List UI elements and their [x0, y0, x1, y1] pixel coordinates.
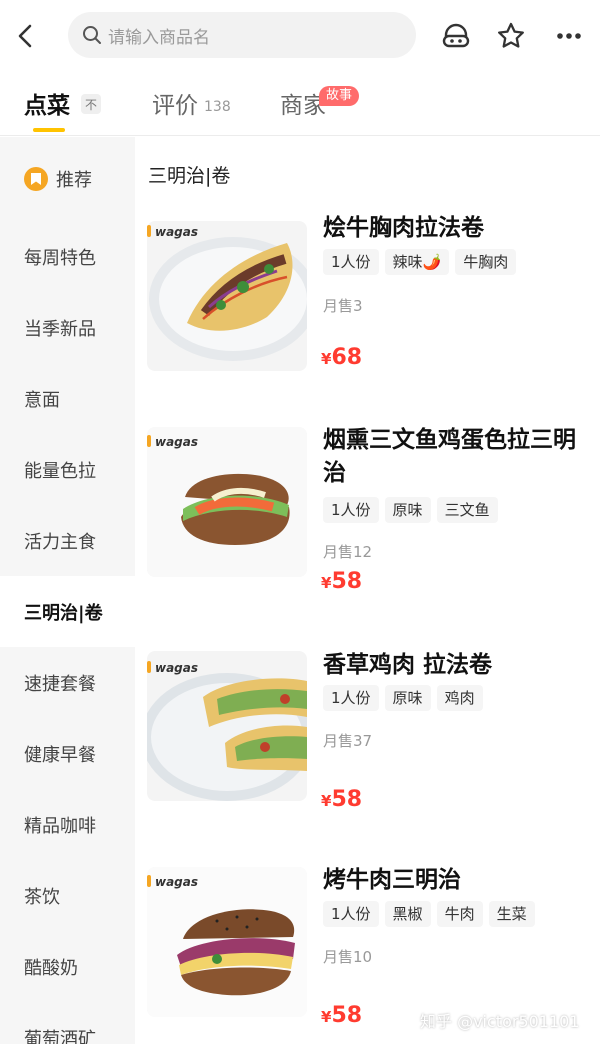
- sidebar-item-label: 健康早餐: [24, 744, 96, 766]
- product-name: 烤牛肉三明治: [323, 867, 461, 893]
- sidebar-item-label: 精品咖啡: [24, 815, 96, 837]
- review-count: 138: [204, 99, 231, 115]
- brand-label: wagas: [147, 225, 198, 239]
- product-tag: 三文鱼: [436, 497, 498, 523]
- sidebar-item-label: 每周特色: [24, 247, 96, 269]
- sidebar-item-coffee[interactable]: 精品咖啡: [0, 789, 135, 860]
- product-price: ¥58: [321, 1003, 363, 1028]
- recommend-icon: [24, 166, 48, 191]
- sidebar-item-label: 葡萄酒矿: [24, 1028, 96, 1044]
- category-sidebar: 推荐 每周特色 当季新品 意面 能量色拉 活力主食 三明治|卷 速捷套餐 健康早…: [0, 137, 135, 1044]
- customer-service-icon: [442, 23, 470, 48]
- sidebar-item-label: 酷酸奶: [24, 957, 78, 979]
- product-price: ¥58: [321, 569, 363, 594]
- sidebar-item-label: 能量色拉: [24, 460, 96, 482]
- story-badge: 故事: [319, 86, 360, 106]
- back-button[interactable]: [8, 14, 42, 58]
- product-tag: 原味: [384, 497, 431, 523]
- monthly-sales: 月售37: [323, 732, 373, 750]
- product-tag: 黑椒: [384, 901, 431, 927]
- product-tag: 1人份: [323, 497, 379, 523]
- product-list: 三明治|卷 wagas 烩牛胸肉拉法卷 1人份 辣味🌶️ 牛胸肉 月售3 ¥68: [135, 137, 600, 1044]
- product-name: 香草鸡肉 拉法卷: [323, 652, 493, 678]
- sidebar-item-weekly[interactable]: 每周特色: [0, 221, 135, 292]
- top-bar: 请输入商品名: [0, 0, 600, 72]
- sidebar-item-sandwich[interactable]: 三明治|卷: [0, 576, 135, 647]
- sidebar-item-recommend[interactable]: 推荐: [0, 143, 135, 214]
- search-input[interactable]: 请输入商品名: [68, 12, 416, 58]
- product-price: ¥58: [321, 787, 363, 812]
- search-icon: [83, 26, 101, 44]
- sidebar-item-breakfast[interactable]: 健康早餐: [0, 718, 135, 789]
- brand-label: wagas: [147, 661, 198, 675]
- sidebar-item-wine[interactable]: 葡萄酒矿: [0, 1002, 135, 1044]
- product-image: [147, 427, 307, 577]
- product-image: [147, 221, 307, 371]
- product-tags: 1人份 黑椒 牛肉 生菜: [323, 901, 535, 927]
- search-placeholder: 请输入商品名: [108, 27, 210, 48]
- product-tag: 原味: [384, 685, 431, 711]
- product-name: 烩牛胸肉拉法卷: [323, 215, 484, 241]
- product-tags: 1人份 原味 三文鱼: [323, 497, 498, 523]
- product-name: 烟熏三文鱼鸡蛋色拉三明治: [323, 427, 576, 486]
- product-tag: 1人份: [323, 249, 379, 275]
- monthly-sales: 月售12: [323, 543, 373, 561]
- sidebar-item-label: 速捷套餐: [24, 673, 96, 695]
- tab-bar: 点菜 不 评价 138 商家: [0, 72, 600, 136]
- more-dots-icon: [557, 33, 581, 39]
- product-tags: 1人份 原味 鸡肉: [323, 685, 483, 711]
- sidebar-item-salad[interactable]: 能量色拉: [0, 434, 135, 505]
- sidebar-item-pasta[interactable]: 意面: [0, 363, 135, 434]
- active-tab-indicator: [33, 128, 65, 132]
- product-tag: 1人份: [323, 685, 379, 711]
- product-image: [147, 867, 307, 1017]
- sidebar-item-label: 当季新品: [24, 318, 96, 340]
- monthly-sales: 月售10: [323, 948, 373, 966]
- tab-order[interactable]: 点菜: [24, 86, 70, 120]
- sidebar-item-label: 三明治|卷: [24, 602, 103, 624]
- product-tag: 辣味🌶️: [384, 249, 450, 275]
- sidebar-item-label: 推荐: [56, 169, 92, 191]
- favorite-button[interactable]: [491, 14, 531, 58]
- product-tags: 1人份 辣味🌶️ 牛胸肉: [323, 249, 517, 275]
- product-price: ¥68: [321, 345, 363, 370]
- sidebar-item-label: 意面: [24, 389, 60, 411]
- product-tag: 牛肉: [436, 901, 483, 927]
- customer-service-button[interactable]: [436, 14, 476, 58]
- star-icon: [498, 22, 524, 48]
- brand-label: wagas: [147, 875, 198, 889]
- sidebar-item-seasonal[interactable]: 当季新品: [0, 292, 135, 363]
- sort-badge: 不: [81, 94, 101, 114]
- product-tag: 牛胸肉: [455, 249, 517, 275]
- sidebar-item-label: 茶饮: [24, 886, 60, 908]
- sidebar-item-yogurt[interactable]: 酷酸奶: [0, 931, 135, 1002]
- monthly-sales: 月售3: [323, 297, 363, 315]
- product-tag: 1人份: [323, 901, 379, 927]
- sidebar-item-label: 活力主食: [24, 531, 96, 553]
- product-tag: 鸡肉: [436, 685, 483, 711]
- brand-label: wagas: [147, 435, 198, 449]
- back-arrow-icon: [18, 24, 32, 48]
- tab-reviews[interactable]: 评价: [152, 86, 198, 120]
- more-button[interactable]: [549, 14, 589, 58]
- sidebar-item-tea[interactable]: 茶饮: [0, 860, 135, 931]
- section-title: 三明治|卷: [148, 165, 231, 187]
- watermark: 知乎 @victor501101: [420, 1012, 580, 1031]
- sidebar-divider: [0, 562, 135, 576]
- sidebar-item-combo[interactable]: 速捷套餐: [0, 647, 135, 718]
- product-tag: 生菜: [488, 901, 535, 927]
